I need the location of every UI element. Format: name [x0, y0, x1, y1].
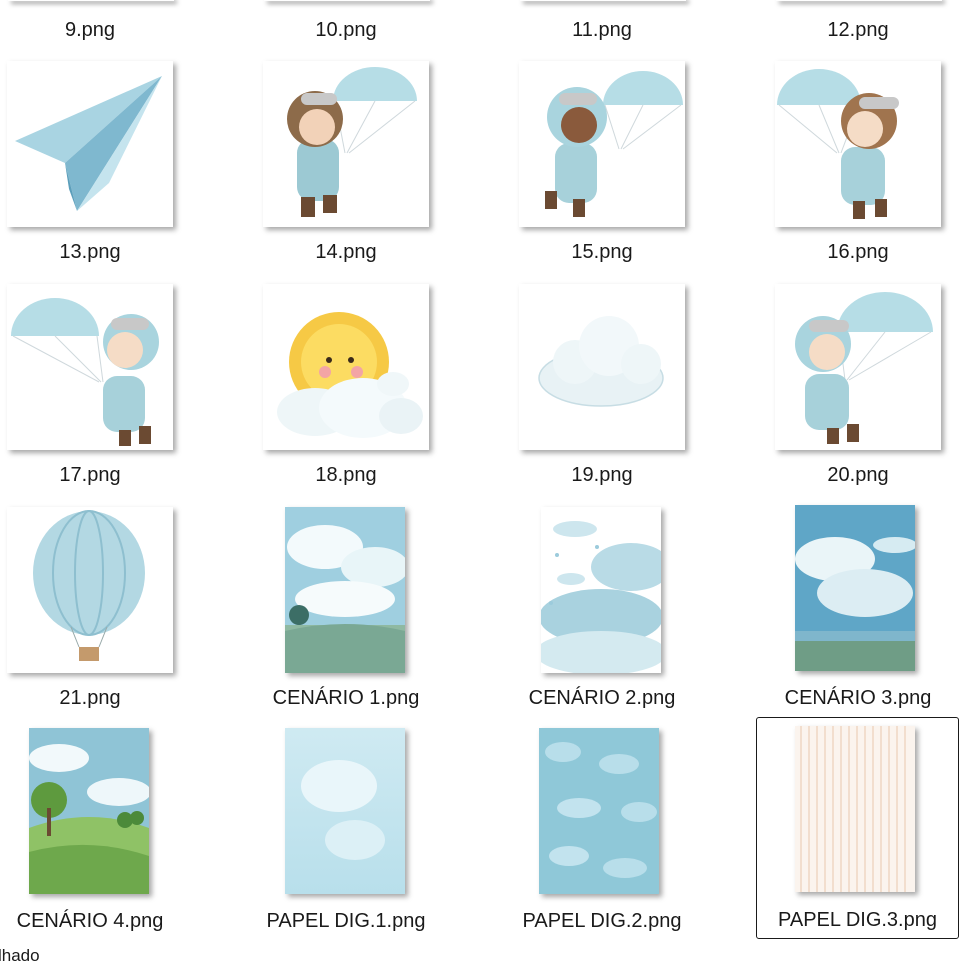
light-blue-paper-image — [285, 728, 405, 894]
aviator-girl-parachute-image — [519, 61, 685, 227]
file-item-selected[interactable]: PAPEL DIG.3.png — [756, 717, 959, 939]
file-name: 15.png — [571, 241, 633, 263]
file-item[interactable]: 10.png — [256, 0, 436, 41]
cloudscape-image — [541, 507, 661, 673]
file-name: PAPEL DIG.2.png — [522, 910, 682, 932]
file-item[interactable]: 13.png — [0, 52, 180, 270]
aviator-boy-parachute-image — [263, 61, 429, 227]
file-thumbnail — [264, 0, 430, 1]
file-item[interactable]: 12.png — [768, 0, 948, 41]
file-item[interactable]: 20.png — [768, 275, 948, 493]
sky-landscape-image — [285, 507, 405, 673]
sky-sea-landscape-image — [795, 505, 915, 671]
aviator-redhead-boy-parachute-image — [7, 284, 173, 450]
file-name: 20.png — [827, 464, 889, 486]
file-item[interactable]: 19.png — [512, 275, 692, 493]
striped-paper-image — [795, 726, 915, 892]
file-item[interactable]: CENÁRIO 1.png — [256, 498, 436, 716]
aviator-boy-parachute-image — [775, 284, 941, 450]
file-name: 9.png — [64, 19, 116, 41]
file-name: 19.png — [571, 464, 633, 486]
file-thumbnail — [776, 0, 942, 1]
file-name: CENÁRIO 1.png — [272, 687, 420, 709]
paper-airplane-image — [7, 61, 173, 227]
file-item[interactable]: 14.png — [256, 52, 436, 270]
file-name: PAPEL DIG.3.png — [778, 909, 937, 931]
file-name: 18.png — [315, 464, 377, 486]
file-name: 10.png — [315, 19, 377, 41]
file-thumbnail — [8, 0, 174, 1]
file-name: CENÁRIO 4.png — [16, 910, 164, 932]
file-grid: 9.png 10.png 11.png 12.png 13.png 14.png… — [0, 0, 960, 960]
file-name: PAPEL DIG.1.png — [266, 910, 426, 932]
aviator-blond-boy-parachute-image — [775, 61, 941, 227]
file-item[interactable]: CENÁRIO 3.png — [768, 498, 948, 716]
blue-cloud-paper-image — [539, 728, 659, 894]
file-item[interactable]: 17.png — [0, 275, 180, 493]
file-name: 16.png — [827, 241, 889, 263]
file-item[interactable]: PAPEL DIG.2.png — [512, 721, 692, 939]
file-item[interactable]: 11.png — [512, 0, 692, 41]
file-name: 17.png — [59, 464, 121, 486]
green-hills-landscape-image — [29, 728, 149, 894]
file-item[interactable]: 21.png — [0, 498, 180, 716]
file-item[interactable]: CENÁRIO 4.png — [0, 721, 180, 939]
file-name: 21.png — [59, 687, 121, 709]
file-name: 12.png — [827, 19, 889, 41]
file-item[interactable]: 9.png — [0, 0, 180, 41]
file-thumbnail — [520, 0, 686, 1]
file-name: 11.png — [572, 19, 632, 41]
file-name: CENÁRIO 3.png — [784, 687, 932, 709]
hot-air-balloon-image — [7, 507, 173, 673]
cloud-image — [519, 284, 685, 450]
sun-on-cloud-image — [263, 284, 429, 450]
file-item[interactable]: 18.png — [256, 275, 436, 493]
file-name: 13.png — [59, 241, 121, 263]
file-item[interactable]: PAPEL DIG.1.png — [256, 721, 436, 939]
file-name: 14.png — [315, 241, 377, 263]
file-name: CENÁRIO 2.png — [528, 687, 676, 709]
file-item[interactable]: 15.png — [512, 52, 692, 270]
file-item[interactable]: 16.png — [768, 52, 948, 270]
file-item[interactable]: CENÁRIO 2.png — [512, 498, 692, 716]
status-bar-text: lhado — [0, 946, 40, 965]
